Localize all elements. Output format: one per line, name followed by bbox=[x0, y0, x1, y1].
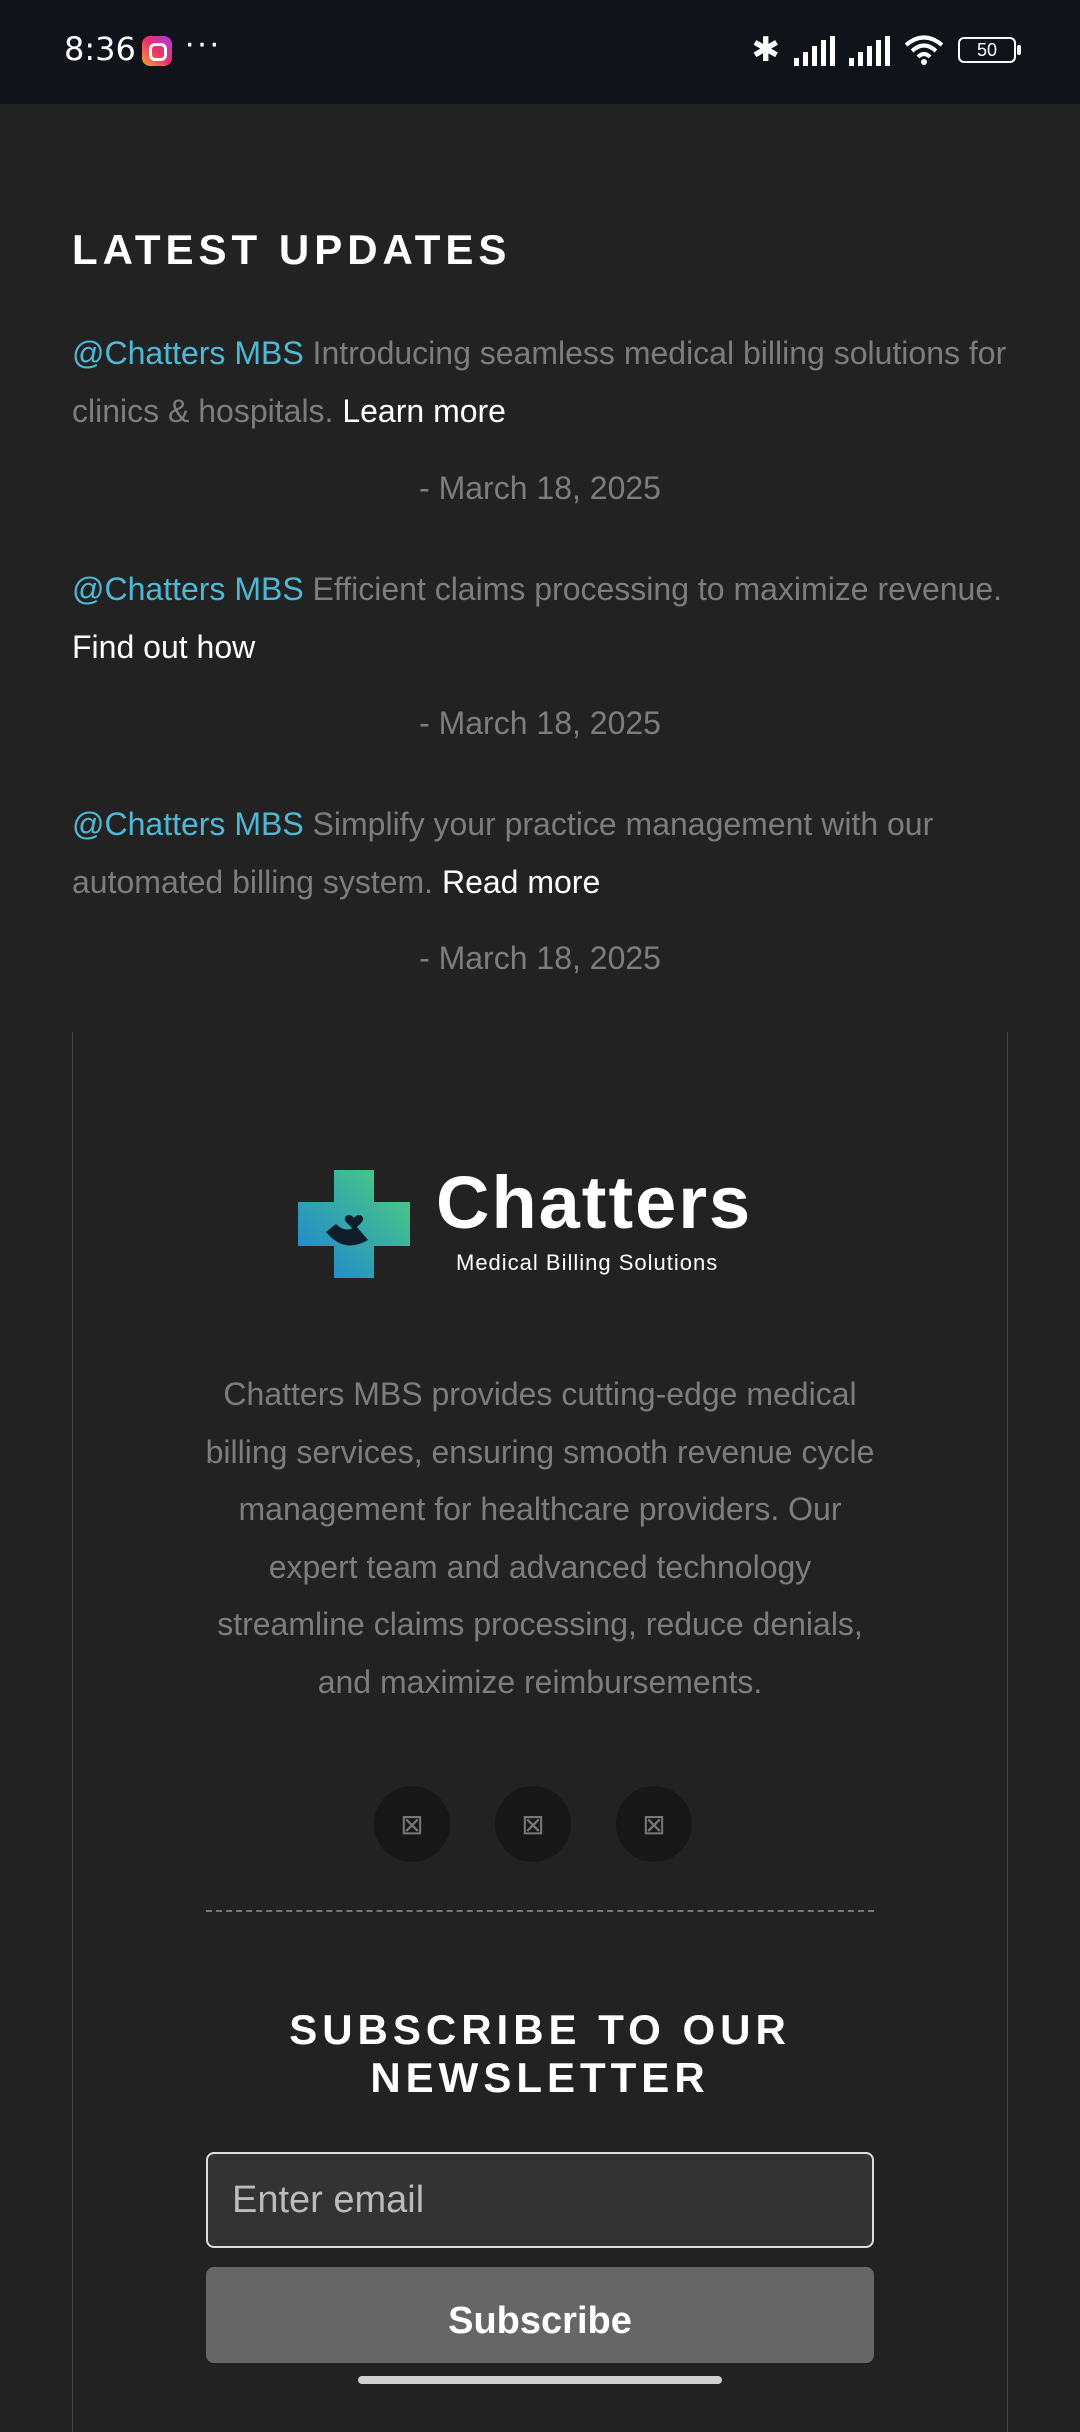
subscribe-button[interactable]: Subscribe bbox=[206, 2267, 874, 2363]
more-notifications-icon: ··· bbox=[184, 24, 221, 62]
read-more-link[interactable]: Read more bbox=[442, 864, 600, 900]
signal-icon bbox=[849, 34, 890, 66]
update-item: @Chatters MBS Introducing seamless medic… bbox=[72, 324, 1016, 440]
signal-icon bbox=[794, 34, 835, 66]
update-mention[interactable]: @Chatters MBS bbox=[72, 571, 304, 607]
status-icons: ✱ 50 bbox=[751, 30, 1021, 70]
find-out-how-link[interactable]: Find out how bbox=[72, 629, 255, 665]
latest-updates-heading: LATEST UPDATES bbox=[72, 226, 512, 273]
update-date: - March 18, 2025 bbox=[419, 470, 661, 506]
instagram-icon bbox=[142, 36, 172, 66]
update-item: @Chatters MBS Efficient claims processin… bbox=[72, 560, 1016, 676]
update-mention[interactable]: @Chatters MBS bbox=[72, 806, 304, 842]
update-item: @Chatters MBS Simplify your practice man… bbox=[72, 795, 1016, 911]
status-bar: 8:36 ··· ✱ 50 bbox=[0, 0, 1080, 104]
update-text: Efficient claims processing to maximize … bbox=[303, 571, 1003, 607]
learn-more-link[interactable]: Learn more bbox=[342, 393, 506, 429]
logo-title: Chatters bbox=[436, 1161, 753, 1244]
home-indicator[interactable] bbox=[358, 2376, 722, 2384]
social-icon-3[interactable]: ⊠ bbox=[616, 1786, 692, 1862]
email-input[interactable] bbox=[206, 2152, 874, 2248]
update-date: - March 18, 2025 bbox=[419, 705, 661, 741]
social-links: ⊠ ⊠ ⊠ bbox=[374, 1786, 692, 1862]
battery-icon: 50 bbox=[958, 37, 1021, 63]
about-text: Chatters MBS provides cutting-edge medic… bbox=[205, 1376, 875, 1700]
divider bbox=[206, 1910, 874, 1912]
medical-cross-logo-icon bbox=[298, 1170, 410, 1278]
update-mention[interactable]: @Chatters MBS bbox=[72, 335, 304, 371]
update-date: - March 18, 2025 bbox=[419, 940, 661, 976]
logo-subtitle: Medical Billing Solutions bbox=[456, 1250, 719, 1275]
social-icon-1[interactable]: ⊠ bbox=[374, 1786, 450, 1862]
status-time: 8:36 bbox=[64, 30, 136, 68]
wifi-icon bbox=[904, 34, 944, 66]
social-icon-2[interactable]: ⊠ bbox=[495, 1786, 571, 1862]
bluetooth-icon: ✱ bbox=[751, 31, 781, 69]
logo[interactable]: Chatters Medical Billing Solutions bbox=[296, 1161, 786, 1280]
newsletter-heading: SUBSCRIBE TO OUR NEWSLETTER bbox=[289, 2006, 791, 2101]
